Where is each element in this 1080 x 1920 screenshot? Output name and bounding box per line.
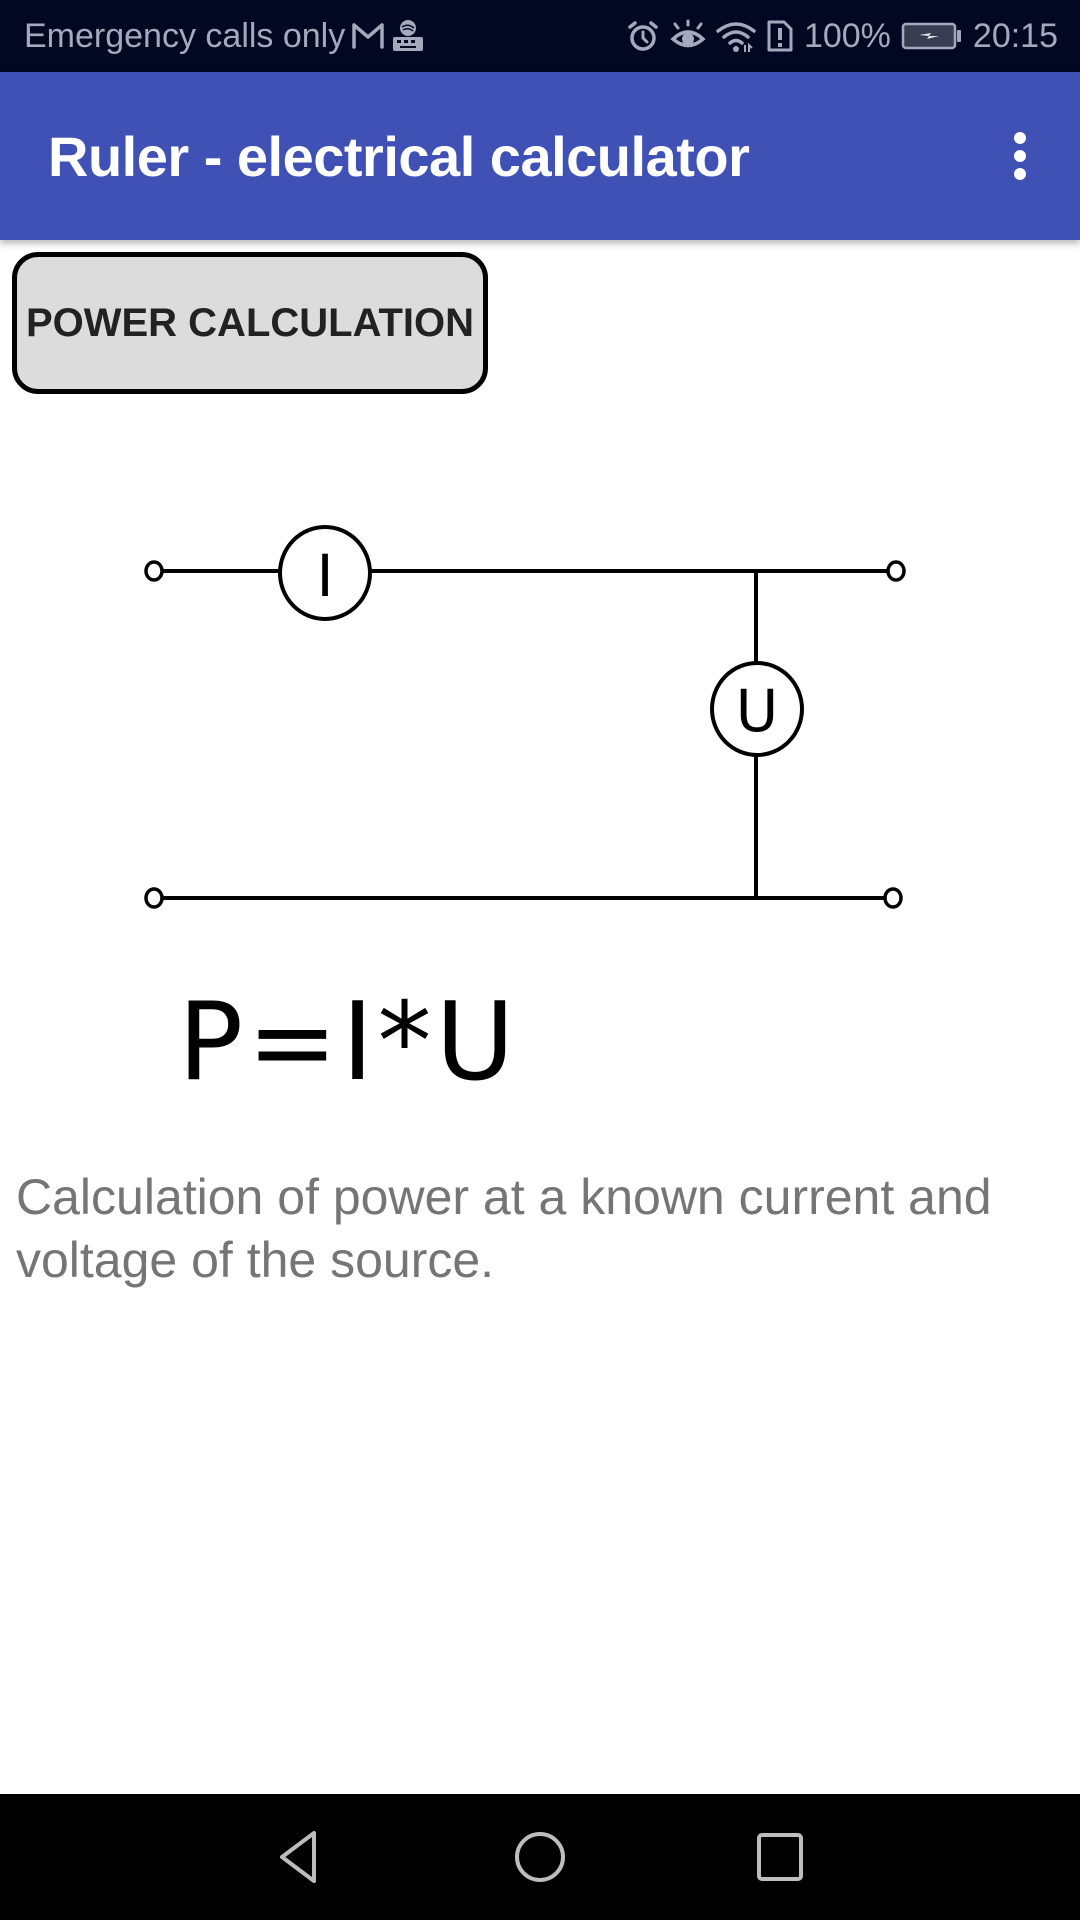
recents-icon [757,1833,803,1881]
app-bar: Ruler - electrical calculator [0,72,1080,240]
terminal-top-left [144,560,164,582]
back-button[interactable] [260,1817,340,1897]
navigation-bar [0,1794,1080,1920]
description-text: Calculation of power at a known current … [16,1169,992,1288]
app-title: Ruler - electrical calculator [48,124,750,188]
ammeter-label: I [316,542,333,610]
voltmeter-symbol: U [710,661,804,757]
alarm-icon [626,19,660,53]
overflow-menu-icon-dot [1014,168,1026,180]
circuit-diagram: I U [144,525,906,909]
status-left: Emergency calls only [24,0,425,72]
overflow-menu-icon-dot [1014,150,1026,162]
gmail-icon [351,21,385,51]
power-calculation-button[interactable]: POWER CALCULATION [12,252,488,394]
overflow-menu-button[interactable] [980,116,1060,196]
status-right: 100% 20:15 [626,0,1058,72]
home-button[interactable] [500,1817,580,1897]
power-formula: P=I*U [178,980,519,1105]
wifi-icon [716,19,756,53]
battery-percent: 100% [803,16,891,55]
swiftkey-keyboard-icon [391,19,425,53]
sim-alert-icon [766,19,794,53]
ammeter-symbol: I [278,525,372,621]
terminal-top-right [886,560,906,582]
eye-comfort-icon [670,19,706,53]
back-icon [280,1831,316,1883]
carrier-text: Emergency calls only [24,16,346,55]
overflow-menu-icon [1014,132,1026,144]
battery-charging-icon [901,21,963,51]
clock-time: 20:15 [972,16,1058,55]
home-icon [515,1832,565,1882]
terminal-bottom-left [144,887,164,909]
voltmeter-label: U [736,677,778,745]
terminal-bottom-right [883,887,903,909]
status-bar: Emergency calls only 100% 20:15 [0,0,1080,72]
recents-button[interactable] [740,1817,820,1897]
